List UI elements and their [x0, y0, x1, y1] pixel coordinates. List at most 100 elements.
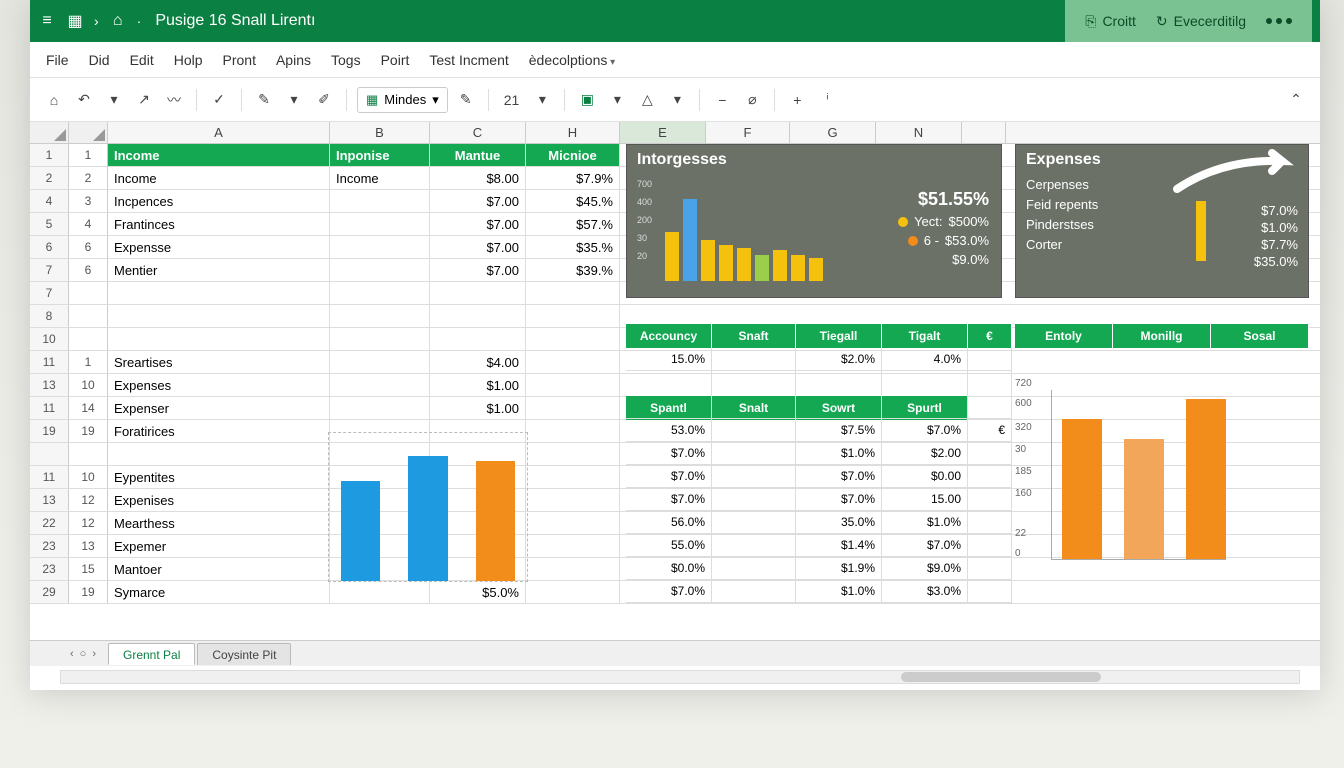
col-header-E[interactable]: E [620, 122, 706, 143]
tool-pen-icon[interactable]: ✎ [252, 87, 276, 113]
menu-edecol[interactable]: èdecolptions [529, 52, 615, 68]
cell[interactable] [330, 190, 430, 212]
cell[interactable] [330, 236, 430, 258]
row-header[interactable]: 1 [30, 144, 69, 166]
row-header-2[interactable]: 12 [69, 489, 108, 511]
row-header[interactable]: 4 [30, 190, 69, 212]
menu-poirt[interactable]: Poirt [381, 52, 410, 68]
cell[interactable] [526, 397, 620, 419]
tool-home-icon[interactable]: ⌂ [42, 87, 66, 113]
tool-link-icon[interactable]: ⌀ [740, 87, 764, 113]
cell[interactable]: Frantinces [108, 213, 330, 235]
col-header-F[interactable]: F [706, 122, 790, 143]
tool-dropdown5-icon[interactable]: ▾ [665, 87, 689, 113]
row-header[interactable]: 13 [30, 374, 69, 396]
cell[interactable]: $45.% [526, 190, 620, 212]
table-row[interactable]: $7.0%$7.0%15.00 [626, 488, 1012, 511]
cell[interactable]: $7.00 [430, 259, 526, 281]
cell[interactable] [526, 466, 620, 488]
row-header[interactable]: 13 [30, 489, 69, 511]
table-row[interactable]: 53.0%$7.5%$7.0%€ [626, 419, 1012, 442]
cell[interactable] [330, 581, 430, 603]
cell[interactable] [526, 374, 620, 396]
cell[interactable]: Eypentites [108, 466, 330, 488]
embedded-chart-left[interactable] [328, 432, 528, 582]
menu-file[interactable]: File [46, 52, 69, 68]
row-header-2[interactable]: 10 [69, 374, 108, 396]
sheet-tab-other[interactable]: Coysinte Pit [197, 643, 291, 665]
cell[interactable]: $7.00 [430, 236, 526, 258]
cell[interactable]: Sreartises [108, 351, 330, 373]
row-header-2[interactable]: 13 [69, 535, 108, 557]
cell[interactable]: $8.00 [430, 167, 526, 189]
cell[interactable] [526, 512, 620, 534]
row-header-2[interactable]: 1 [69, 351, 108, 373]
tool-collapse-icon[interactable]: ⌃ [1284, 87, 1308, 113]
cell[interactable] [526, 489, 620, 511]
cell[interactable]: Mantoer [108, 558, 330, 580]
col-header-B[interactable]: B [330, 122, 430, 143]
cell[interactable]: Mantue [430, 144, 526, 166]
title-action-a[interactable]: ⎘ Croitt [1085, 13, 1136, 30]
tool-minus-icon[interactable]: − [710, 87, 734, 113]
tool-dropdown2-icon[interactable]: ▾ [282, 87, 306, 113]
cell[interactable]: Income [330, 167, 430, 189]
row-header-2[interactable]: 14 [69, 397, 108, 419]
row-header-2[interactable]: 12 [69, 512, 108, 534]
table-row[interactable]: $7.0%$7.0%$0.00 [626, 465, 1012, 488]
row-header[interactable]: 23 [30, 535, 69, 557]
window-controls[interactable] [1266, 18, 1292, 24]
cell[interactable]: $39.% [526, 259, 620, 281]
cell[interactable]: Expenses [108, 374, 330, 396]
menu-apins[interactable]: Apins [276, 52, 311, 68]
cell[interactable]: Expemer [108, 535, 330, 557]
tool-bell-icon[interactable]: △ [635, 87, 659, 113]
menu-test[interactable]: Test Incment [429, 52, 508, 68]
cell[interactable] [526, 535, 620, 557]
home-icon[interactable]: ⌂ [109, 12, 127, 30]
row-header[interactable]: 11 [30, 397, 69, 419]
cell[interactable]: $4.00 [430, 351, 526, 373]
table-row[interactable]: $7.0%$1.0%$3.0% [626, 580, 1012, 603]
cell[interactable]: $5.0% [430, 581, 526, 603]
row-header-2[interactable]: 15 [69, 558, 108, 580]
tool-branch-icon[interactable]: 〰 [162, 87, 186, 113]
tab-nav-next[interactable]: › [92, 648, 96, 660]
table-row[interactable]: 56.0%35.0%$1.0% [626, 511, 1012, 534]
row-header-2[interactable]: 19 [69, 581, 108, 603]
tool-undo-icon[interactable]: ↶ [72, 87, 96, 113]
tool-brush-icon[interactable]: ✎ [454, 87, 478, 113]
cell[interactable]: $7.00 [430, 190, 526, 212]
row-header-2[interactable]: 6 [69, 236, 108, 258]
table-row[interactable] [626, 371, 1012, 419]
row-header-2[interactable]: 3 [69, 190, 108, 212]
cell[interactable]: Expenises [108, 489, 330, 511]
row-header[interactable]: 6 [30, 236, 69, 258]
cell[interactable]: $57.% [526, 213, 620, 235]
doc-icon[interactable]: ▦ [66, 12, 84, 30]
row-header[interactable]: 11 [30, 466, 69, 488]
sheet-tab-active[interactable]: Grennt Pal [108, 643, 195, 665]
cell[interactable] [330, 351, 430, 373]
tab-nav-first[interactable]: ‹ [70, 648, 74, 660]
menu-pront[interactable]: Pront [223, 52, 256, 68]
tool-text-icon[interactable]: ⁱ [815, 87, 839, 113]
table-row[interactable]: 55.0%$1.4%$7.0% [626, 534, 1012, 557]
row-header-2[interactable]: 2 [69, 167, 108, 189]
cell[interactable]: Expenser [108, 397, 330, 419]
col-header-H[interactable]: H [526, 122, 620, 143]
cell[interactable]: $1.00 [430, 397, 526, 419]
row-header[interactable]: 11 [30, 351, 69, 373]
tab-add-icon[interactable]: ○ [80, 648, 87, 660]
table-row[interactable]: 15.0%$2.0%4.0% [626, 348, 1012, 371]
row-header[interactable]: 29 [30, 581, 69, 603]
cell[interactable] [526, 351, 620, 373]
tool-clipboard-icon[interactable]: ▣ [575, 87, 599, 113]
cell[interactable]: Incpences [108, 190, 330, 212]
col-header-A[interactable]: A [108, 122, 330, 143]
cell[interactable]: $1.00 [430, 374, 526, 396]
row-header[interactable]: 23 [30, 558, 69, 580]
cell[interactable]: Inponise [330, 144, 430, 166]
cell[interactable]: Mentier [108, 259, 330, 281]
row-header[interactable]: 19 [30, 420, 69, 442]
